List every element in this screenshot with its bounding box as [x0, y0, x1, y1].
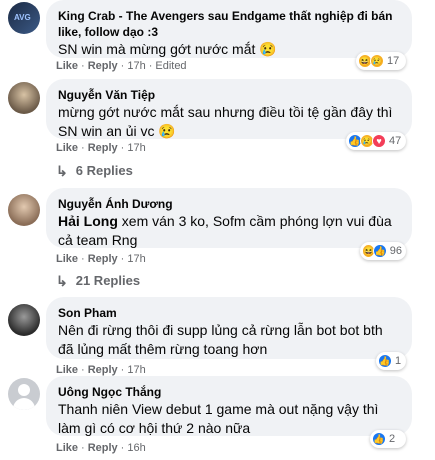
like-button[interactable]: Like	[56, 142, 78, 154]
reaction-count: 47	[389, 135, 402, 147]
comment-bubble: Son Pham Nên đi rừng thôi đi supp lủng c…	[46, 297, 412, 359]
like-button[interactable]: Like	[56, 442, 78, 454]
reply-button[interactable]: Reply	[88, 442, 118, 454]
comment-author[interactable]: Nguyễn Văn Tiệp	[58, 87, 400, 103]
like-icon: 👍	[373, 244, 387, 258]
comment-bubble: Nguyễn Ánh Dương Hải Long xem ván 3 ko, …	[46, 188, 412, 248]
comment-text: SN win mà mừng gớt nước mắt 😢	[58, 41, 277, 57]
timestamp[interactable]: 17h	[127, 60, 145, 72]
reaction-summary[interactable]: 👍 2	[370, 430, 406, 448]
sad-icon: 😢	[370, 54, 384, 68]
like-icon: 👍	[372, 432, 386, 446]
reaction-count: 96	[389, 245, 402, 257]
comment-author[interactable]: King Crab - The Avengers sau Endgame thấ…	[58, 8, 400, 40]
comment-author[interactable]: Son Pham	[58, 305, 400, 321]
reaction-count: 2	[389, 433, 396, 445]
comment-actions: Like · Reply · 17h · Edited	[56, 60, 187, 72]
avatar[interactable]	[8, 378, 40, 410]
reaction-count: 1	[395, 355, 402, 367]
reply-arrow-icon: ↳	[56, 273, 68, 289]
like-button[interactable]: Like	[56, 60, 78, 72]
comment-actions: Like · Reply · 16h	[56, 442, 146, 454]
comment-bubble: Nguyễn Văn Tiệp mừng gớt nước mắt sau nh…	[46, 79, 412, 139]
timestamp[interactable]: 17h	[127, 253, 145, 265]
avatar[interactable]	[8, 304, 40, 336]
reaction-summary[interactable]: 👍 1	[376, 352, 406, 370]
like-icon: 👍	[378, 354, 392, 368]
reply-button[interactable]: Reply	[88, 142, 118, 154]
reply-button[interactable]: Reply	[88, 253, 118, 265]
reaction-count: 17	[387, 55, 400, 67]
comment-author[interactable]: Nguyễn Ánh Dương	[58, 196, 400, 212]
comment-text: Hải Long xem ván 3 ko, Sofm cầm phóng lợ…	[58, 213, 392, 248]
reply-button[interactable]: Reply	[88, 60, 118, 72]
timestamp[interactable]: 17h	[127, 142, 145, 154]
like-button[interactable]: Like	[56, 253, 78, 265]
timestamp[interactable]: 16h	[127, 442, 145, 454]
replies-count: 6 Replies	[75, 163, 133, 178]
comment-text: Thanh niên View debut 1 game mà out nặng…	[58, 401, 379, 436]
reaction-summary[interactable]: 😆 😢 17	[356, 52, 406, 70]
comment-author[interactable]: Uông Ngọc Thắng	[58, 384, 400, 400]
love-icon: ♥	[372, 134, 386, 148]
view-replies-link[interactable]: ↳ 21 Replies	[56, 273, 140, 289]
reply-button[interactable]: Reply	[88, 364, 118, 376]
like-button[interactable]: Like	[56, 364, 78, 376]
avatar[interactable]: AVG	[8, 2, 40, 34]
comment-actions: Like · Reply · 17h	[56, 253, 146, 265]
comment-bubble: Uông Ngọc Thắng Thanh niên View debut 1 …	[46, 376, 412, 436]
replies-count: 21 Replies	[75, 273, 141, 288]
reply-arrow-icon: ↳	[56, 163, 68, 179]
mention-link[interactable]: Hải Long	[58, 213, 118, 229]
view-replies-link[interactable]: ↳ 6 Replies	[56, 163, 133, 179]
avatar[interactable]	[8, 82, 40, 114]
avatar[interactable]	[8, 194, 40, 226]
timestamp[interactable]: 17h	[127, 364, 145, 376]
comment-actions: Like · Reply · 17h	[56, 364, 146, 376]
comment-bubble: King Crab - The Avengers sau Endgame thấ…	[46, 0, 412, 58]
reaction-summary[interactable]: 😆 👍 96	[360, 242, 406, 260]
comment-text: Nên đi rừng thôi đi supp lủng cả rừng lẫ…	[58, 322, 383, 357]
reaction-summary[interactable]: 👍 😢 ♥ 47	[346, 132, 406, 150]
edited-label: Edited	[155, 60, 187, 72]
comment-actions: Like · Reply · 17h	[56, 142, 146, 154]
